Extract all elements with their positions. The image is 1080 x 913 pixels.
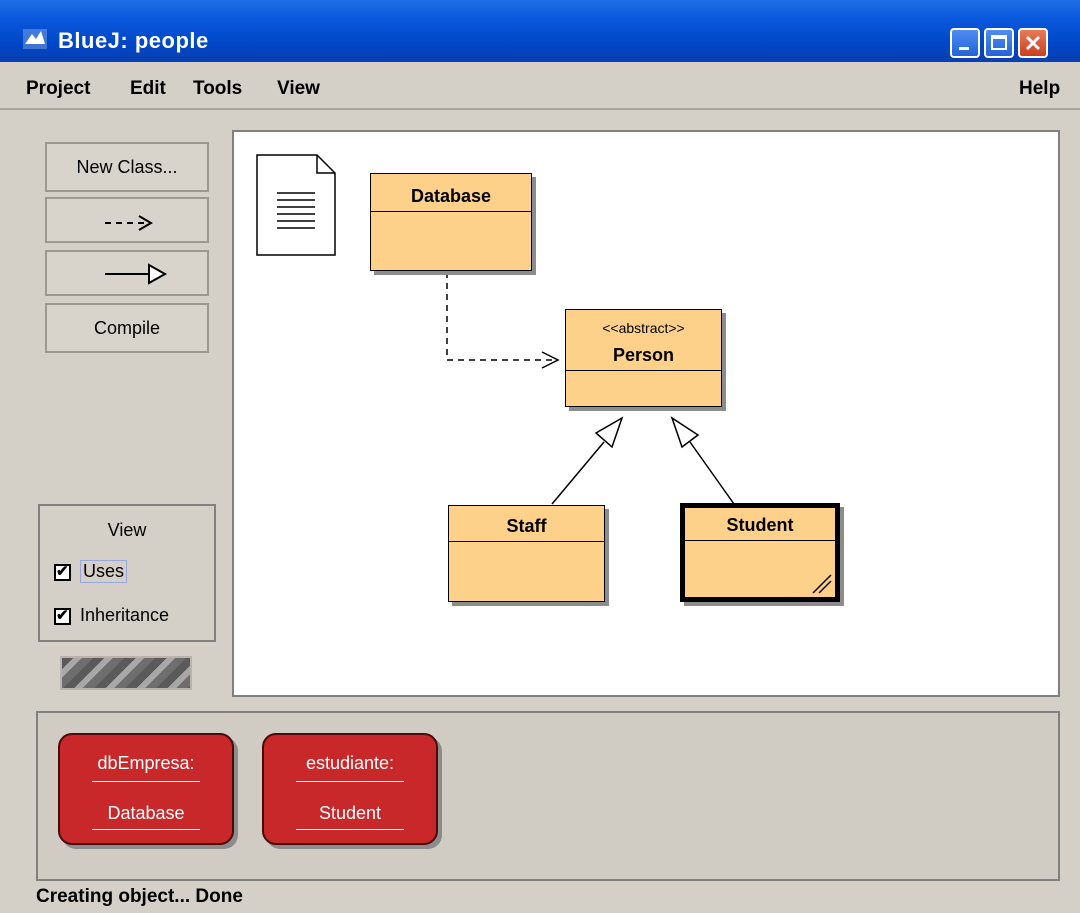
relationship-lines bbox=[446, 272, 735, 505]
machine-activity-indicator bbox=[60, 656, 192, 690]
object-estudiante-underline bbox=[296, 781, 404, 782]
close-button[interactable] bbox=[1018, 28, 1048, 58]
menu-bar: Project Edit Tools View Help bbox=[0, 66, 1080, 110]
inheritance-checkbox[interactable] bbox=[54, 606, 71, 625]
uses-label: Uses bbox=[80, 560, 128, 583]
class-staff-name: Staff bbox=[506, 516, 547, 536]
close-icon bbox=[1025, 35, 1041, 51]
window-title: BlueJ: people bbox=[58, 28, 209, 53]
object-dbempresa-type: Database bbox=[107, 803, 185, 823]
menu-view[interactable]: View bbox=[277, 78, 320, 100]
class-student-separator bbox=[685, 540, 835, 541]
inheritance-label: Inheritance bbox=[80, 605, 170, 625]
class-diagram-canvas[interactable]: Database <<abstract>> Person Staff Stude… bbox=[232, 130, 1060, 697]
student-inheritance-arrow bbox=[670, 416, 735, 505]
menu-help[interactable]: Help bbox=[1019, 78, 1060, 100]
menu-tools[interactable]: Tools bbox=[193, 78, 242, 100]
inheritance-arrow-button[interactable] bbox=[45, 250, 209, 296]
uses-checkbox[interactable] bbox=[54, 562, 71, 581]
view-panel-title: View bbox=[107, 520, 147, 540]
title-bar[interactable]: BlueJ: people bbox=[0, 0, 1080, 62]
object-estudiante-type-underline bbox=[296, 829, 404, 830]
uses-arrow-button[interactable] bbox=[45, 197, 209, 243]
object-dbempresa-name: dbEmpresa: bbox=[97, 753, 195, 773]
class-person-stereotype: <<abstract>> bbox=[602, 320, 685, 336]
uses-dependency-arrow bbox=[446, 272, 560, 369]
menu-edit[interactable]: Edit bbox=[130, 78, 166, 100]
object-estudiante-name: estudiante: bbox=[305, 753, 395, 773]
bluej-app-icon bbox=[23, 29, 47, 49]
object-dbempresa-underline bbox=[92, 781, 200, 782]
object-dbempresa[interactable]: dbEmpresa: Database bbox=[58, 733, 234, 845]
bluej-window: BlueJ: people Project Edit Tools View He… bbox=[0, 0, 1080, 913]
class-staff-separator bbox=[449, 541, 604, 542]
minimize-button[interactable] bbox=[950, 28, 980, 58]
class-person-separator bbox=[566, 370, 721, 371]
object-estudiante-type: Student bbox=[318, 803, 382, 823]
menu-project[interactable]: Project bbox=[26, 78, 90, 100]
object-estudiante[interactable]: estudiante: Student bbox=[262, 733, 438, 845]
class-database-name: Database bbox=[410, 186, 492, 206]
new-class-button[interactable]: New Class... bbox=[45, 142, 209, 192]
class-student[interactable]: Student bbox=[680, 503, 840, 602]
maximize-button[interactable] bbox=[984, 28, 1014, 58]
status-bar: Creating object... Done bbox=[36, 886, 243, 907]
inheritance-arrow-icon bbox=[105, 263, 168, 285]
class-person[interactable]: <<abstract>> Person bbox=[565, 309, 722, 407]
minimize-icon bbox=[959, 47, 969, 50]
staff-inheritance-arrow bbox=[551, 416, 624, 505]
view-panel: View Uses Inheritance bbox=[38, 504, 216, 642]
new-class-label: New Class... bbox=[76, 157, 178, 177]
class-database[interactable]: Database bbox=[370, 173, 532, 271]
maximize-icon bbox=[991, 35, 1007, 50]
compile-label: Compile bbox=[93, 318, 161, 338]
dashed-arrow-icon bbox=[105, 215, 153, 231]
class-student-name: Student bbox=[726, 515, 794, 535]
class-database-separator bbox=[371, 211, 531, 212]
object-dbempresa-type-underline bbox=[92, 829, 200, 830]
class-staff[interactable]: Staff bbox=[448, 505, 605, 602]
object-bench: dbEmpresa: Database estudiante: Student bbox=[36, 711, 1060, 881]
compile-button[interactable]: Compile bbox=[45, 303, 209, 353]
resize-handle-icon[interactable] bbox=[809, 571, 833, 595]
class-person-name: Person bbox=[612, 345, 675, 365]
